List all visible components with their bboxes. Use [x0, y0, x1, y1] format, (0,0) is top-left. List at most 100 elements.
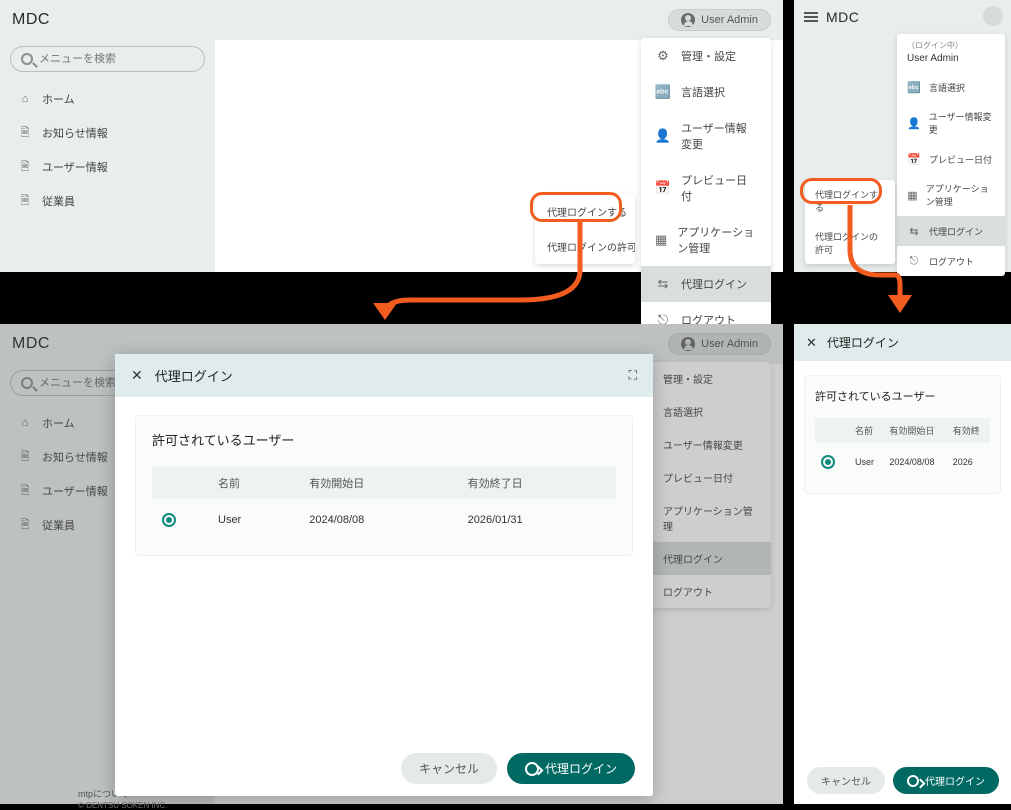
grid-icon: ▦ [655, 232, 667, 248]
user-icon: 👤 [907, 116, 921, 130]
user-icon: 👤 [655, 128, 671, 144]
allowed-users-card: 許可されているユーザー 名前 有効開始日 有効終了日 User 2024/08/… [135, 415, 633, 556]
menu-admin-settings[interactable]: ⚙管理・設定 [641, 38, 771, 74]
calendar-icon: 📅 [907, 152, 921, 166]
submenu-label: 代理ログインする [547, 204, 627, 219]
avatar-button[interactable] [983, 6, 1003, 26]
radio-selected[interactable] [162, 513, 176, 527]
mobile-modal-body: 許可されているユーザー 名前 有効開始日 有効終 User 2024/08/08… [794, 361, 1011, 508]
nav-label: ユーザー情報 [42, 159, 108, 175]
section-title: 許可されているユーザー [815, 388, 990, 404]
nav-home[interactable]: ⌂ ホーム [0, 82, 215, 116]
calendar-icon: 📅 [655, 180, 671, 196]
menu-label: 言語選択 [929, 81, 965, 94]
proxy-login-button[interactable]: 代理ログイン [507, 753, 635, 784]
submenu-label: 代理ログインの許可 [815, 232, 878, 255]
sidebar: ⌂ ホーム 🗎お知らせ情報 🗎 ユーザー情報 🗎従業員 [0, 40, 215, 272]
col-end: 有効終了日 [458, 467, 616, 499]
expand-icon[interactable]: ⛶ [629, 368, 637, 383]
menu-preview-date[interactable]: 📅 プレビュー日付 [897, 144, 1005, 174]
close-icon[interactable]: ✕ [131, 367, 143, 384]
menu-label: アプリケーション管理 [926, 182, 995, 208]
col-end: 有効終 [947, 418, 990, 443]
swap-icon: ⇆ [655, 276, 671, 292]
swap-icon: ⇆ [907, 224, 921, 238]
modal-title: 代理ログイン [155, 366, 233, 385]
menu-language[interactable]: 🔤 言語選択 [897, 72, 1005, 102]
search-box[interactable] [10, 46, 205, 72]
col-name: 名前 [849, 418, 883, 443]
mobile-header: MDC [794, 0, 1011, 34]
logout-icon: ⎋ [907, 254, 921, 268]
panel-mobile-modal: ✕ 代理ログイン 許可されているユーザー 名前 有効開始日 有効終 User 2… [794, 324, 1011, 804]
submenu-proxy-login-permit[interactable]: 代理ログインの許可 [805, 222, 895, 264]
cell-end: 2026 [947, 443, 990, 481]
radio-selected[interactable] [821, 455, 835, 469]
cancel-button[interactable]: キャンセル [807, 767, 885, 794]
user-menu: ⚙管理・設定 🔤言語選択 👤 ユーザー情報変更 📅 プレビュー日付 ▦アプリケーショ… [641, 38, 771, 338]
modal-title: 代理ログイン [827, 334, 899, 351]
submenu-label: 代理ログインの許可 [547, 239, 635, 254]
menu-logout[interactable]: ⎋ログアウト [897, 246, 1005, 276]
col-name: 名前 [208, 467, 299, 499]
table-row[interactable]: User 2024/08/08 2026 [815, 443, 990, 481]
nav-employee[interactable]: 🗎従業員 [0, 184, 215, 218]
nav-user-info[interactable]: 🗎 ユーザー情報 [0, 150, 215, 184]
menu-label: 言語選択 [681, 84, 725, 100]
proxy-submenu: 代理ログインする 代理ログインの許可 [535, 194, 635, 264]
table-row[interactable]: User 2024/08/08 2026/01/31 [152, 499, 616, 541]
home-icon: ⌂ [18, 92, 32, 106]
menu-user-info-change[interactable]: 👤 ユーザー情報変更 [897, 102, 1005, 144]
submenu-proxy-login-do[interactable]: 代理ログインする [535, 194, 635, 229]
menu-label: ユーザー情報変更 [929, 110, 995, 136]
button-label: 代理ログイン [545, 760, 617, 777]
cancel-button[interactable]: キャンセル [401, 753, 497, 784]
section-title: 許可されているユーザー [152, 430, 616, 449]
user-chip-label: User Admin [701, 14, 758, 26]
brand: MDC [12, 11, 50, 29]
cell-name: User [208, 499, 299, 541]
menu-language[interactable]: 🔤言語選択 [641, 74, 771, 110]
cell-start: 2024/08/08 [883, 443, 946, 481]
menu-label: プレビュー日付 [929, 153, 992, 166]
menu-label: ユーザー情報変更 [681, 120, 757, 152]
cell-end: 2026/01/31 [458, 499, 616, 541]
nav-label: ホーム [42, 91, 75, 107]
submenu-proxy-login-permit[interactable]: 代理ログインの許可 [535, 229, 635, 264]
nav-label: 従業員 [42, 193, 75, 209]
menu-header: （ログイン中） User Admin [897, 34, 1005, 72]
menu-label: 代理ログイン [929, 225, 983, 238]
allowed-users-card: 許可されているユーザー 名前 有効開始日 有効終 User 2024/08/08… [804, 375, 1001, 494]
mobile-proxy-submenu: 代理ログインする 代理ログインの許可 [805, 180, 895, 264]
menu-preview-date[interactable]: 📅 プレビュー日付 [641, 162, 771, 214]
user-admin-chip[interactable]: User Admin [668, 9, 771, 31]
person-icon [987, 10, 999, 22]
close-icon[interactable]: ✕ [806, 335, 817, 351]
lang-icon: 🔤 [907, 80, 921, 94]
search-icon [21, 53, 33, 65]
mobile-modal-footer: キャンセル 代理ログイン [794, 757, 1011, 804]
panel-desktop-modal: MDC User Admin ⌂ホーム 🗎お知らせ情報 🗎ユーザー情報 🗎従業員… [0, 324, 783, 804]
search-input[interactable] [39, 53, 194, 65]
proxy-login-button[interactable]: 代理ログイン [893, 767, 999, 794]
gear-icon: ⚙ [655, 48, 671, 64]
submenu-proxy-login-do[interactable]: 代理ログインする [805, 180, 895, 222]
menu-app-admin[interactable]: ▦アプリケーション管理 [641, 214, 771, 266]
menu-proxy-login[interactable]: ⇆代理ログイン [641, 266, 771, 302]
menu-app-admin[interactable]: ▦アプリケーション管理 [897, 174, 1005, 216]
modal-body: 許可されているユーザー 名前 有効開始日 有効終了日 User 2024/08/… [115, 397, 653, 741]
hamburger-icon[interactable] [804, 12, 818, 22]
panel-mobile-menu: MDC （ログイン中） User Admin 🔤 言語選択 👤 ユーザー情報変更 📅… [794, 0, 1011, 272]
menu-user-info-change[interactable]: 👤 ユーザー情報変更 [641, 110, 771, 162]
doc-icon: 🗎 [18, 160, 32, 174]
modal-footer: キャンセル 代理ログイン [115, 741, 653, 796]
cell-name: User [849, 443, 883, 481]
col-start: 有効開始日 [883, 418, 946, 443]
menu-label: プレビュー日付 [681, 172, 757, 204]
proxy-login-modal: ✕ 代理ログイン ⛶ 許可されているユーザー 名前 有効開始日 有効終了日 [115, 354, 653, 796]
col-start: 有効開始日 [299, 467, 457, 499]
allowed-users-table: 名前 有効開始日 有効終 User 2024/08/08 2026 [815, 418, 990, 481]
menu-proxy-login[interactable]: ⇆ 代理ログイン [897, 216, 1005, 246]
nav-notice[interactable]: 🗎お知らせ情報 [0, 116, 215, 150]
header: MDC User Admin [0, 0, 783, 40]
